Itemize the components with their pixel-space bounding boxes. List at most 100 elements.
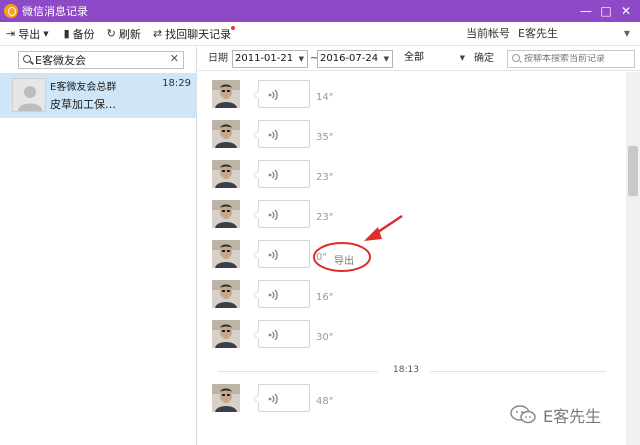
account-select[interactable]: E客先生 ▼ (514, 25, 632, 43)
window-title: 微信消息记录 (22, 5, 88, 18)
export-context-item[interactable]: 导出 (334, 252, 354, 267)
conversation-name: E客微友会总群 (50, 82, 117, 93)
sender-avatar[interactable] (212, 320, 240, 348)
start-date-value: 2011-01-21 (235, 53, 294, 64)
chevron-down-icon: ▼ (43, 29, 49, 38)
account-value: E客先生 (518, 27, 558, 40)
divider (430, 371, 606, 372)
message-type-value: 全部 (404, 52, 424, 63)
filter-bar: 日期 2011-01-21 ▼ ~ 2016-07-24 ▼ 全部 ▼ 确定 (198, 47, 640, 71)
date-label: 日期 (208, 53, 228, 64)
voice-bubble[interactable] (253, 200, 310, 228)
voice-duration: 23" (316, 172, 334, 183)
voice-message: 14" (212, 80, 512, 114)
sender-avatar[interactable] (212, 240, 240, 268)
voice-duration: 35" (316, 132, 334, 143)
sender-avatar[interactable] (212, 80, 240, 108)
sender-avatar[interactable] (212, 200, 240, 228)
sender-avatar[interactable] (212, 160, 240, 188)
export-label: 导出 (18, 27, 41, 41)
conversation-preview: 皮草加工保… (50, 98, 116, 111)
voice-message: 48" (212, 384, 512, 418)
wechat-logo-icon (510, 405, 536, 424)
voice-icon (267, 168, 281, 182)
voice-message: 0" (212, 240, 512, 274)
voice-message: 35" (212, 120, 512, 154)
divider (218, 371, 378, 372)
maximize-button[interactable]: □ (596, 0, 616, 22)
sender-avatar[interactable] (212, 120, 240, 148)
voice-icon (267, 328, 281, 342)
search-icon (510, 52, 524, 66)
time-separator: 18:13 (198, 365, 626, 377)
recover-chat-label: 找回聊天记录 (165, 27, 232, 41)
chevron-down-icon: ▼ (383, 55, 389, 63)
voice-duration: 16" (316, 292, 334, 303)
backup-label: 备份 (72, 27, 95, 41)
record-search-input[interactable] (524, 54, 632, 64)
voice-icon (267, 392, 281, 406)
voice-duration: 23" (316, 212, 334, 223)
chevron-down-icon: ▼ (623, 29, 630, 38)
voice-icon (267, 288, 281, 302)
record-search (507, 50, 635, 68)
end-date-value: 2016-07-24 (320, 53, 379, 64)
voice-bubble[interactable] (253, 160, 310, 188)
contact-search: ✕ (18, 51, 184, 69)
message-list: 18:13 14" 35" 23" 23" 0" 16" 30" 48" (198, 72, 626, 445)
refresh-label: 刷新 (118, 27, 141, 41)
default-avatar-icon (13, 79, 45, 111)
voice-duration: 48" (316, 396, 334, 407)
contact-search-input[interactable] (35, 53, 165, 67)
chevron-down-icon: ▼ (298, 55, 304, 63)
conversation-panel: ✕ E客微友会总群 18:29 皮草加工保… (0, 47, 197, 445)
voice-message: 16" (212, 280, 512, 314)
end-date-picker[interactable]: 2016-07-24 ▼ (317, 50, 393, 68)
scrollbar-thumb[interactable] (628, 146, 638, 196)
notification-dot (231, 25, 236, 30)
search-icon (21, 53, 35, 67)
backup-button[interactable]: ▮ 备份 (58, 22, 101, 46)
toolbar: ⇥ 导出 ▼ ▮ 备份 ↻ 刷新 ⇄ 找回聊天记录 当前帐号 E客先生 ▼ (0, 22, 640, 46)
voice-icon (267, 248, 281, 262)
voice-message: 23" (212, 200, 512, 234)
minimize-button[interactable]: — (576, 0, 596, 22)
voice-duration: 30" (316, 332, 334, 343)
watermark-text: E客先生 (543, 407, 602, 426)
sender-avatar[interactable] (212, 384, 240, 412)
wechat-history-icon (4, 4, 18, 18)
recover-chat-button[interactable]: ⇄ 找回聊天记录 (147, 22, 237, 46)
voice-icon (267, 88, 281, 102)
conversation-time: 18:29 (162, 78, 191, 89)
voice-message: 23" (212, 160, 512, 194)
voice-bubble[interactable] (253, 80, 310, 108)
conversation-item[interactable]: E客微友会总群 18:29 皮草加工保… (0, 73, 196, 118)
voice-bubble[interactable] (253, 320, 310, 348)
message-type-select[interactable]: 全部 ▼ (402, 50, 468, 68)
refresh-icon: ↻ (106, 27, 116, 40)
confirm-button[interactable]: 确定 (474, 47, 494, 71)
voice-duration: 0" (316, 252, 327, 263)
voice-bubble[interactable] (253, 280, 310, 308)
sender-avatar[interactable] (212, 280, 240, 308)
voice-bubble[interactable] (253, 240, 310, 268)
title-bar: 微信消息记录 — □ ✕ (0, 0, 640, 22)
export-icon: ⇥ (6, 27, 16, 40)
voice-message: 30" (212, 320, 512, 354)
clear-search-icon[interactable]: ✕ (170, 52, 179, 65)
voice-bubble[interactable] (253, 384, 310, 412)
window-controls: — □ ✕ (576, 0, 636, 22)
group-avatar (12, 78, 46, 112)
refresh-button[interactable]: ↻ 刷新 (101, 22, 147, 46)
backup-icon: ▮ (63, 27, 70, 40)
voice-icon (267, 208, 281, 222)
time-separator-text: 18:13 (393, 365, 419, 375)
sync-icon: ⇄ (152, 27, 163, 40)
voice-icon (267, 128, 281, 142)
export-button[interactable]: ⇥ 导出 ▼ (0, 22, 58, 46)
voice-bubble[interactable] (253, 120, 310, 148)
message-scrollbar[interactable] (626, 72, 640, 445)
start-date-picker[interactable]: 2011-01-21 ▼ (232, 50, 308, 68)
account-label: 当前帐号 (466, 27, 510, 40)
close-button[interactable]: ✕ (616, 0, 636, 22)
